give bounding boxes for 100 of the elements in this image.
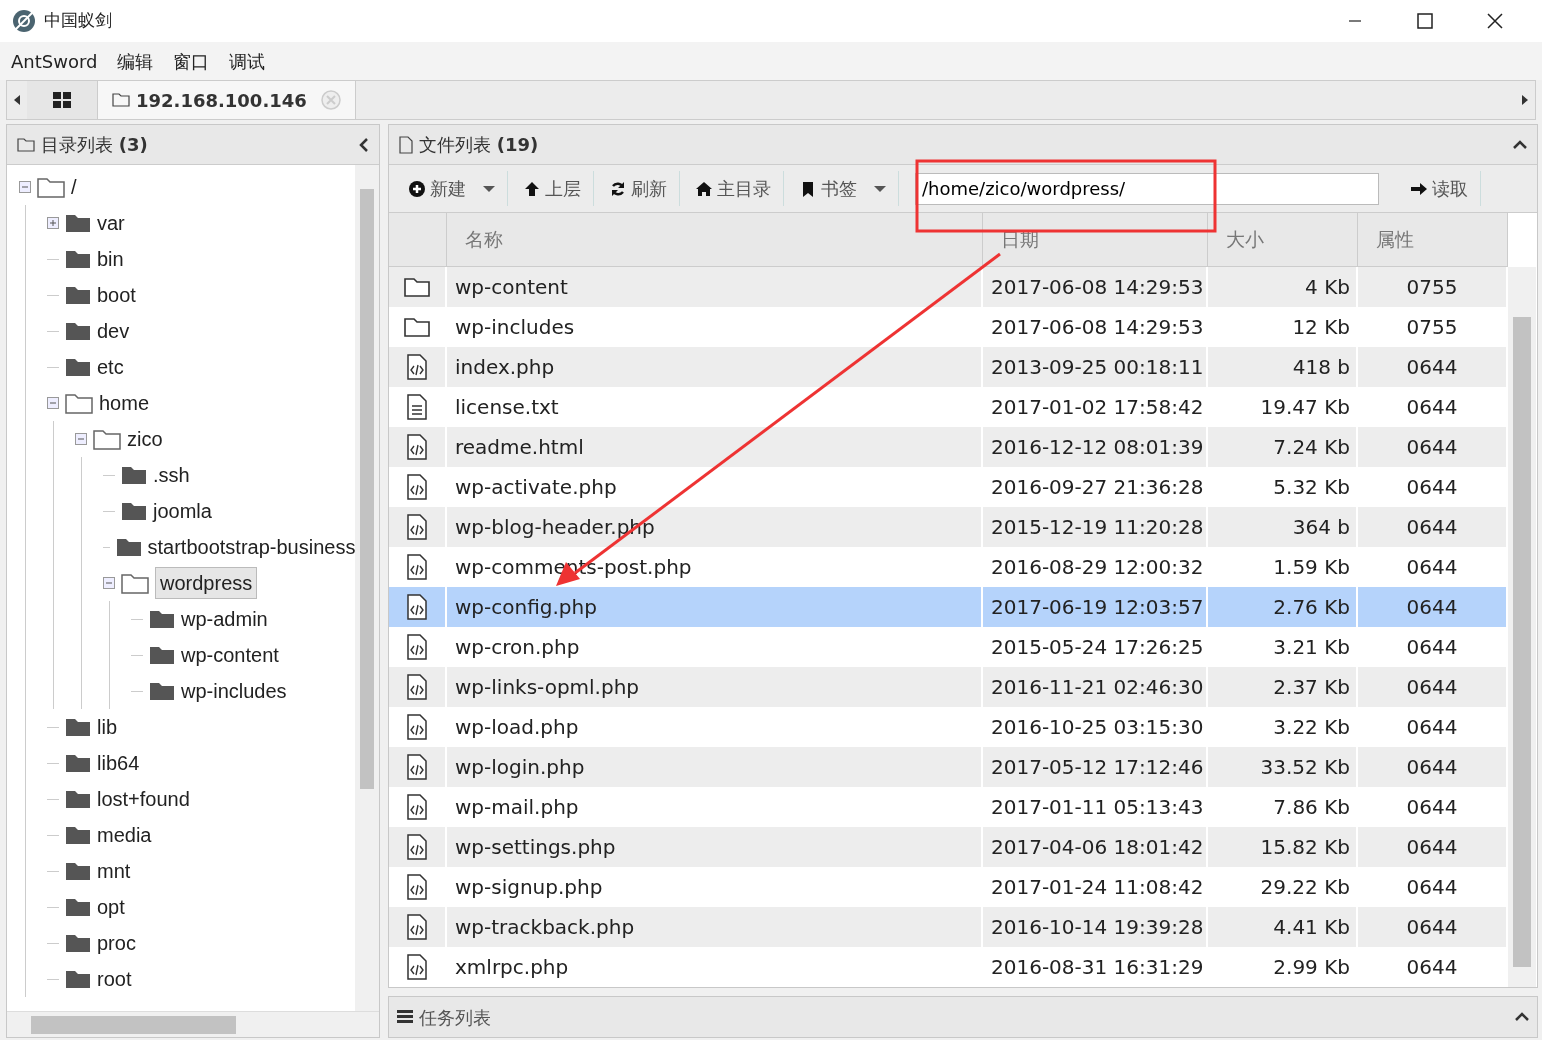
tree-item[interactable]: dev xyxy=(97,316,130,346)
tree-item[interactable]: wp-includes xyxy=(181,676,287,706)
folder-icon xyxy=(65,717,91,737)
file-row[interactable]: wp-login.php 2017-05-12 17:12:46 33.52 Kb 0644 xyxy=(389,747,1508,787)
file-date: 2016-12-12 08:01:39 xyxy=(991,434,1204,461)
code-file-icon xyxy=(406,634,428,660)
file-size: 364 b xyxy=(1292,514,1350,541)
file-name: readme.html xyxy=(455,434,584,461)
tree-item[interactable]: boot xyxy=(97,280,136,310)
tree-item[interactable]: lib xyxy=(97,712,117,742)
expand-icon[interactable] xyxy=(47,217,59,229)
collapse-icon[interactable] xyxy=(19,181,31,193)
bookmark-button[interactable]: 书签 xyxy=(788,171,899,206)
home-tab[interactable] xyxy=(27,81,98,119)
panel-title: 任务列表 xyxy=(419,1005,492,1030)
column-header[interactable]: 属性 xyxy=(1358,213,1508,266)
file-row[interactable]: wp-settings.php 2017-04-06 18:01:42 15.82 Kb 0644 xyxy=(389,827,1508,867)
folder-icon xyxy=(115,537,142,557)
right-arrow-icon xyxy=(1411,181,1427,196)
expand-up-icon[interactable] xyxy=(1515,1012,1529,1022)
menu-item[interactable]: 编辑 xyxy=(117,47,154,75)
refresh-icon xyxy=(610,180,626,197)
tree-item[interactable]: media xyxy=(97,820,152,850)
file-size: 5.32 Kb xyxy=(1273,474,1350,501)
column-header[interactable]: 名称 xyxy=(447,213,983,266)
tree-item[interactable]: .ssh xyxy=(153,460,190,490)
tree-item[interactable]: joomla xyxy=(153,496,212,526)
column-header[interactable]: 大小 xyxy=(1208,213,1358,266)
tree-item[interactable]: root xyxy=(97,964,132,994)
file-row[interactable]: readme.html 2016-12-12 08:01:39 7.24 Kb 0644 xyxy=(389,427,1508,467)
tree-item[interactable]: mnt xyxy=(97,856,131,886)
file-size: 7.86 Kb xyxy=(1273,794,1350,821)
refresh-button[interactable]: 刷新 xyxy=(598,171,680,206)
scrollbar[interactable] xyxy=(7,1011,379,1037)
path-field[interactable]: /home/zico/wordpress/ xyxy=(915,172,1379,205)
collapse-icon[interactable] xyxy=(47,397,59,409)
file-name: index.php xyxy=(455,354,555,381)
folder-icon xyxy=(404,277,430,297)
file-date: 2017-01-02 17:58:42 xyxy=(991,394,1204,421)
code-file-icon xyxy=(406,714,428,740)
plus-icon xyxy=(409,180,425,197)
code-file-icon xyxy=(406,594,428,620)
tree-item[interactable]: opt xyxy=(97,892,125,922)
file-row[interactable]: xmlrpc.php 2016-08-31 16:31:29 2.99 Kb 0644 xyxy=(389,947,1508,987)
folder-icon xyxy=(65,392,93,414)
file-row[interactable]: index.php 2013-09-25 00:18:11 418 b 0644 xyxy=(389,347,1508,387)
tree-item[interactable]: home xyxy=(99,388,150,418)
tree-item[interactable]: var xyxy=(97,208,125,238)
folder-icon xyxy=(149,609,175,629)
folder-icon xyxy=(65,861,91,881)
tree-item[interactable]: / xyxy=(71,172,77,202)
scrollbar[interactable] xyxy=(1508,267,1536,987)
folder-icon xyxy=(149,645,175,665)
folder-icon xyxy=(37,176,65,198)
file-name: wp-links-opml.php xyxy=(455,674,640,701)
menu-item[interactable]: 窗口 xyxy=(173,47,210,75)
collapse-left-icon[interactable] xyxy=(359,137,369,152)
tree-item[interactable]: wp-content xyxy=(181,640,279,670)
grid-icon xyxy=(53,92,71,108)
tree-item[interactable]: startbootstrap-business xyxy=(147,532,356,562)
file-row[interactable]: wp-trackback.php 2016-10-14 19:39:28 4.41 Kb 0644 xyxy=(389,907,1508,947)
file-mode: 0644 xyxy=(1406,554,1458,581)
code-file-icon xyxy=(406,754,428,780)
tree-item[interactable]: proc xyxy=(97,928,136,958)
file-mode: 0644 xyxy=(1406,914,1458,941)
up-arrow-button[interactable]: 上层 xyxy=(512,171,594,206)
file-row[interactable]: wp-links-opml.php 2016-11-21 02:46:30 2.37 Kb 0644 xyxy=(389,667,1508,707)
file-size: 29.22 Kb xyxy=(1260,874,1350,901)
file-date: 2017-06-08 14:29:53 xyxy=(991,274,1204,301)
folder-icon xyxy=(65,249,91,269)
tree-item[interactable]: zico xyxy=(127,424,163,454)
tree-item[interactable]: lost+found xyxy=(97,784,190,814)
tree-item[interactable]: etc xyxy=(97,352,124,382)
menu-item[interactable]: 调试 xyxy=(229,47,266,75)
file-size: 3.21 Kb xyxy=(1273,634,1350,661)
file-row[interactable]: wp-config.php 2017-06-19 12:03:57 2.76 Kb 0644 xyxy=(389,587,1508,627)
scrollbar[interactable] xyxy=(355,165,379,1011)
home-icon xyxy=(696,180,712,197)
file-date: 2013-09-25 00:18:11 xyxy=(991,354,1204,381)
shell-tab[interactable]: 192.168.100.146 xyxy=(98,81,356,119)
plus-button[interactable]: 新建 xyxy=(397,171,508,206)
file-mode: 0644 xyxy=(1406,634,1458,661)
tree-item[interactable]: bin xyxy=(97,244,124,274)
home-button[interactable]: 主目录 xyxy=(684,171,784,206)
column-header[interactable]: 日期 xyxy=(983,213,1208,266)
file-name: license.txt xyxy=(455,394,559,421)
file-row[interactable]: wp-content 2017-06-08 14:29:53 4 Kb 0755 xyxy=(389,267,1508,307)
file-date: 2016-08-31 16:31:29 xyxy=(991,954,1204,981)
maximize-icon xyxy=(1417,13,1433,29)
file-date: 2015-12-19 11:20:28 xyxy=(991,514,1204,541)
tree-item[interactable]: lib64 xyxy=(97,748,140,778)
tree-item[interactable]: wp-admin xyxy=(181,604,268,634)
tree-item[interactable]: wordpress xyxy=(155,567,258,599)
read-button[interactable]: 读取 xyxy=(1399,171,1481,206)
code-file-icon xyxy=(406,554,428,580)
menu-item[interactable]: AntSword xyxy=(11,47,98,75)
collapse-up-icon[interactable] xyxy=(1513,139,1527,150)
close-tab-icon xyxy=(320,90,341,110)
collapse-icon[interactable] xyxy=(75,433,87,445)
collapse-icon[interactable] xyxy=(103,577,115,589)
